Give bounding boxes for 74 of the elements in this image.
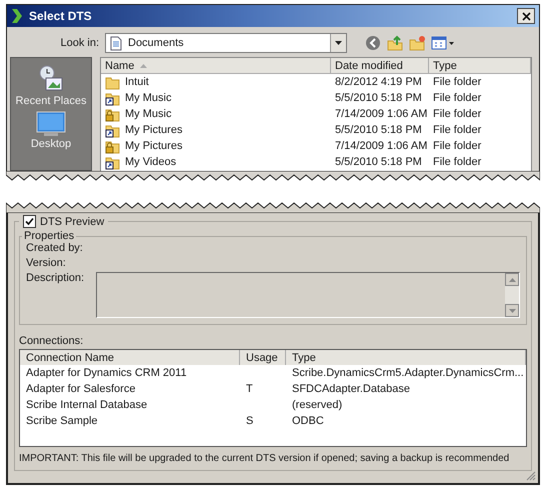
view-grid-icon	[431, 35, 455, 51]
column-header[interactable]: Name	[101, 58, 331, 73]
properties-title: Properties	[23, 230, 76, 242]
column-header[interactable]: Connection Name	[20, 350, 240, 365]
place-label: Recent Places	[16, 95, 86, 107]
file-name: My Videos	[125, 156, 176, 168]
type-cell-text: File folder	[432, 140, 482, 152]
type-cell-text: File folder	[432, 156, 482, 168]
column-header[interactable]: Usage	[240, 350, 286, 365]
file-row[interactable]: My Music 5/5/2010 5:18 PM File folder	[101, 90, 531, 106]
type-cell-text: File folder	[432, 108, 482, 120]
place-item[interactable]: Desktop	[30, 111, 72, 150]
property-label: Created by:	[26, 242, 84, 254]
dropdown-button[interactable]	[330, 34, 346, 52]
connection-name: Adapter for Dynamics CRM 2011	[25, 367, 188, 379]
scrollbar[interactable]	[505, 273, 519, 317]
file-row[interactable]: My Music 7/14/2009 1:06 AM File folder	[101, 106, 531, 122]
resize-grip-icon	[526, 471, 536, 481]
file-row[interactable]: My Pictures 7/14/2009 1:06 AM File folder	[101, 138, 531, 154]
check-icon	[25, 217, 34, 226]
usage-cell-text: S	[245, 415, 254, 427]
view-menu-button[interactable]	[431, 35, 455, 51]
document-icon	[110, 36, 122, 50]
connection-name: Scribe Internal Database	[25, 399, 148, 411]
connection-name: Scribe Sample	[25, 415, 99, 427]
type-cell-text: File folder	[432, 76, 482, 88]
file-name: My Pictures	[125, 140, 182, 152]
look-in-label: Look in:	[59, 37, 100, 49]
caret-icon	[140, 64, 148, 68]
look-in-dropdown[interactable]: Documents	[105, 33, 347, 53]
column-header[interactable]: Date modified	[331, 58, 429, 73]
date-cell-text: 5/5/2010 5:18 PM	[334, 156, 423, 168]
date-cell-text: 7/14/2009 1:06 AM	[334, 108, 428, 120]
preview-checkbox[interactable]	[23, 215, 36, 228]
type-cell-text: ODBC	[291, 415, 325, 427]
file-row[interactable]: Intuit 8/2/2012 4:19 PM File folder	[101, 74, 531, 90]
column-header[interactable]: Type	[286, 350, 526, 365]
column-header[interactable]: Type	[429, 58, 531, 73]
property-label: Description:	[26, 272, 86, 284]
file-name: My Pictures	[125, 124, 182, 136]
date-cell-text: 7/14/2009 1:06 AM	[334, 140, 428, 152]
chevron-icon	[11, 8, 23, 24]
description-box[interactable]	[96, 272, 520, 318]
caret-icon	[335, 41, 342, 45]
type-cell-text: File folder	[432, 124, 482, 136]
type-cell-text: Scribe.DynamicsCrm5.Adapter.DynamicsCrm...	[291, 367, 525, 379]
place-item[interactable]: Recent Places	[16, 64, 86, 107]
desktop-icon	[36, 111, 66, 137]
type-cell-text: (reserved)	[291, 399, 344, 411]
window-title: Select DTS	[29, 9, 93, 23]
date-cell-text: 5/5/2010 5:18 PM	[334, 92, 423, 104]
file-name: Intuit	[125, 76, 149, 88]
usage-cell-text: T	[245, 383, 254, 395]
type-cell-text: SFDCAdapter.Database	[291, 383, 412, 395]
scroll-down-icon	[508, 308, 516, 312]
connection-name: Adapter for Salesforce	[25, 383, 136, 395]
file-name: My Music	[125, 108, 172, 120]
upgrade-notice: IMPORTANT: This file will be upgraded to the current DTS version if opened; saving a backup is recommended	[19, 453, 510, 464]
date-cell-text: 8/2/2012 4:19 PM	[334, 76, 423, 88]
date-cell-text: 5/5/2010 5:18 PM	[334, 124, 423, 136]
file-row[interactable]: My Pictures 5/5/2010 5:18 PM File folder	[101, 122, 531, 138]
close-button[interactable]	[517, 8, 535, 24]
up-folder-icon	[387, 35, 403, 51]
connections-label: Connections:	[19, 335, 84, 347]
file-name: My Music	[125, 92, 172, 104]
file-row[interactable]: My Videos 5/5/2010 5:18 PM File folder	[101, 154, 531, 170]
back-button[interactable]	[365, 35, 381, 51]
place-label: Desktop	[30, 138, 72, 150]
new-folder-icon	[409, 35, 425, 51]
close-icon	[522, 12, 530, 20]
preview-label: DTS Preview	[40, 216, 104, 228]
scroll-up-icon	[508, 278, 516, 282]
type-cell-text: File folder	[432, 92, 482, 104]
property-label: Version:	[26, 257, 67, 269]
